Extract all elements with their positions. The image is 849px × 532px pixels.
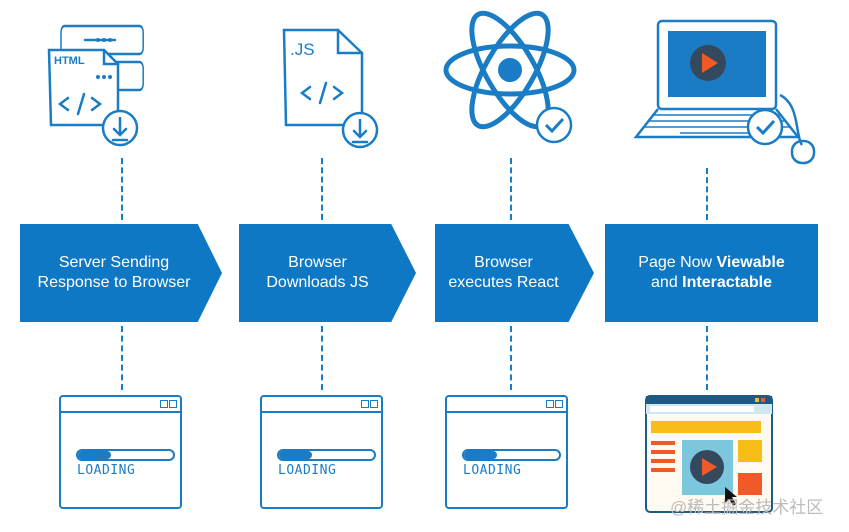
loading-label: LOADING	[278, 463, 337, 478]
loading-window-2: LOADING	[260, 395, 383, 509]
loading-progress-bar	[277, 449, 376, 461]
loading-window-3: LOADING	[445, 395, 568, 509]
watermark: @稀土掘金技术社区	[670, 498, 824, 517]
connector-top-4	[706, 168, 708, 220]
connector-bottom-2	[321, 326, 323, 390]
step-3-line-2: executes React	[448, 274, 559, 291]
connector-bottom-4	[706, 326, 708, 390]
connector-top-1	[121, 158, 123, 220]
react-check-icon	[443, 10, 577, 144]
js-file-download-icon: .JS	[282, 28, 379, 149]
step-1-line-2: Response to Browser	[37, 274, 191, 291]
connector-bottom-1	[121, 326, 123, 390]
js-label: .JS	[290, 40, 315, 59]
loading-label: LOADING	[77, 463, 136, 478]
loading-progress-bar	[76, 449, 175, 461]
connector-bottom-3	[510, 326, 512, 390]
loading-label: LOADING	[463, 463, 522, 478]
step-4-line-2-bold: Interactable	[682, 274, 772, 291]
step-1-line-1: Server Sending	[58, 254, 170, 271]
laptop-check-icon	[633, 19, 816, 165]
diagram: HTML .JS Server Sending Response to Brow…	[0, 0, 849, 532]
step-banner-4: Page Now Viewable and Interactable	[605, 224, 818, 322]
html-label: HTML	[54, 55, 85, 67]
step-3-line-1: Browser	[474, 254, 533, 271]
step-4-line-1-bold: Viewable	[716, 254, 785, 271]
step-banner-2: Browser Downloads JS	[239, 224, 416, 322]
loading-progress-bar	[462, 449, 561, 461]
step-banner-1: Server Sending Response to Browser	[20, 224, 222, 322]
connector-top-3	[510, 158, 512, 220]
step-4-line-1-pre: Page Now	[638, 254, 717, 271]
html-file-server-download-icon: HTML	[47, 24, 144, 147]
step-4-line-2-pre: and	[651, 274, 683, 291]
loading-window-1: LOADING	[59, 395, 182, 509]
step-banner-3: Browser executes React	[435, 224, 594, 322]
connector-top-2	[321, 158, 323, 220]
step-2-line-1: Browser	[288, 254, 347, 271]
step-2-line-2: Downloads JS	[266, 274, 369, 291]
